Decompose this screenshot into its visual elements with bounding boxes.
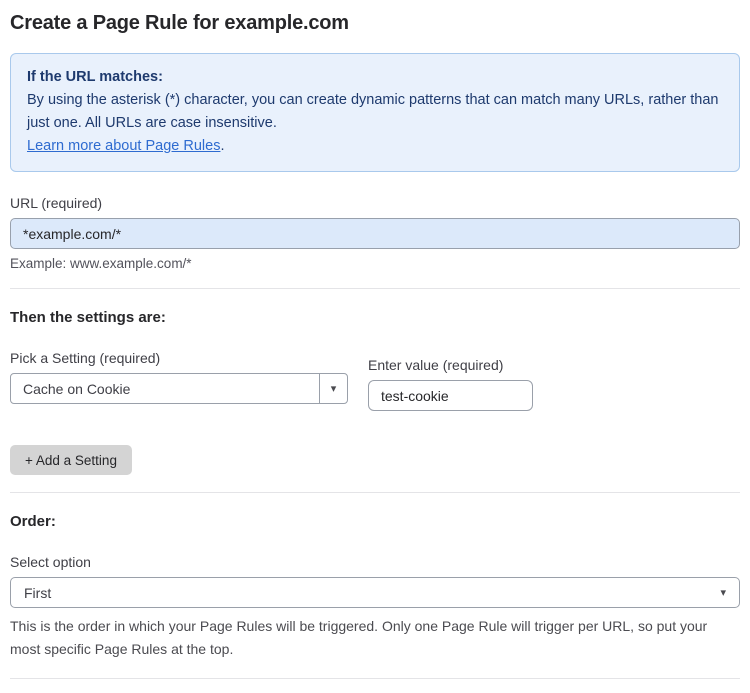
info-box-link-line: Learn more about Page Rules. — [27, 135, 723, 158]
divider — [10, 288, 740, 289]
info-box-body: By using the asterisk (*) character, you… — [27, 92, 719, 131]
order-select[interactable]: First ▾ — [10, 577, 740, 608]
page-rule-form: Create a Page Rule for example.com If th… — [0, 0, 750, 693]
url-label: URL (required) — [10, 195, 103, 211]
divider — [10, 678, 740, 679]
url-helper: Example: www.example.com/* — [10, 256, 192, 271]
order-heading: Order: — [10, 513, 56, 530]
order-select-value: First — [24, 584, 52, 601]
url-match-info-box: If the URL matches: By using the asteris… — [10, 53, 740, 172]
info-link-period: . — [220, 138, 225, 154]
chevron-down-icon: ▾ — [720, 587, 726, 599]
dropdown-arrow-button[interactable]: ▾ — [319, 374, 347, 403]
url-input[interactable] — [10, 218, 740, 249]
enter-value-group: Enter value (required) — [368, 357, 533, 411]
setting-dropdown-value: Cache on Cookie — [23, 380, 131, 397]
order-helper: This is the order in which your Page Rul… — [10, 618, 708, 657]
enter-value-label: Enter value (required) — [368, 357, 504, 373]
select-option-label: Select option — [10, 554, 91, 570]
info-box-heading: If the URL matches: — [27, 69, 163, 85]
pick-setting-group: Pick a Setting (required) Cache on Cooki… — [10, 350, 348, 404]
url-field-group: URL (required) Example: www.example.com/… — [10, 195, 740, 271]
settings-row: Pick a Setting (required) Cache on Cooki… — [10, 350, 740, 411]
setting-value-input[interactable] — [368, 380, 533, 411]
learn-more-link[interactable]: Learn more about Page Rules — [27, 138, 220, 154]
setting-dropdown[interactable]: Cache on Cookie ▾ — [10, 373, 348, 404]
chevron-down-icon: ▾ — [330, 383, 337, 395]
page-title: Create a Page Rule for example.com — [10, 12, 349, 34]
pick-setting-label: Pick a Setting (required) — [10, 350, 161, 366]
settings-heading: Then the settings are: — [10, 309, 166, 326]
divider — [10, 492, 740, 493]
add-setting-button[interactable]: + Add a Setting — [10, 445, 132, 475]
